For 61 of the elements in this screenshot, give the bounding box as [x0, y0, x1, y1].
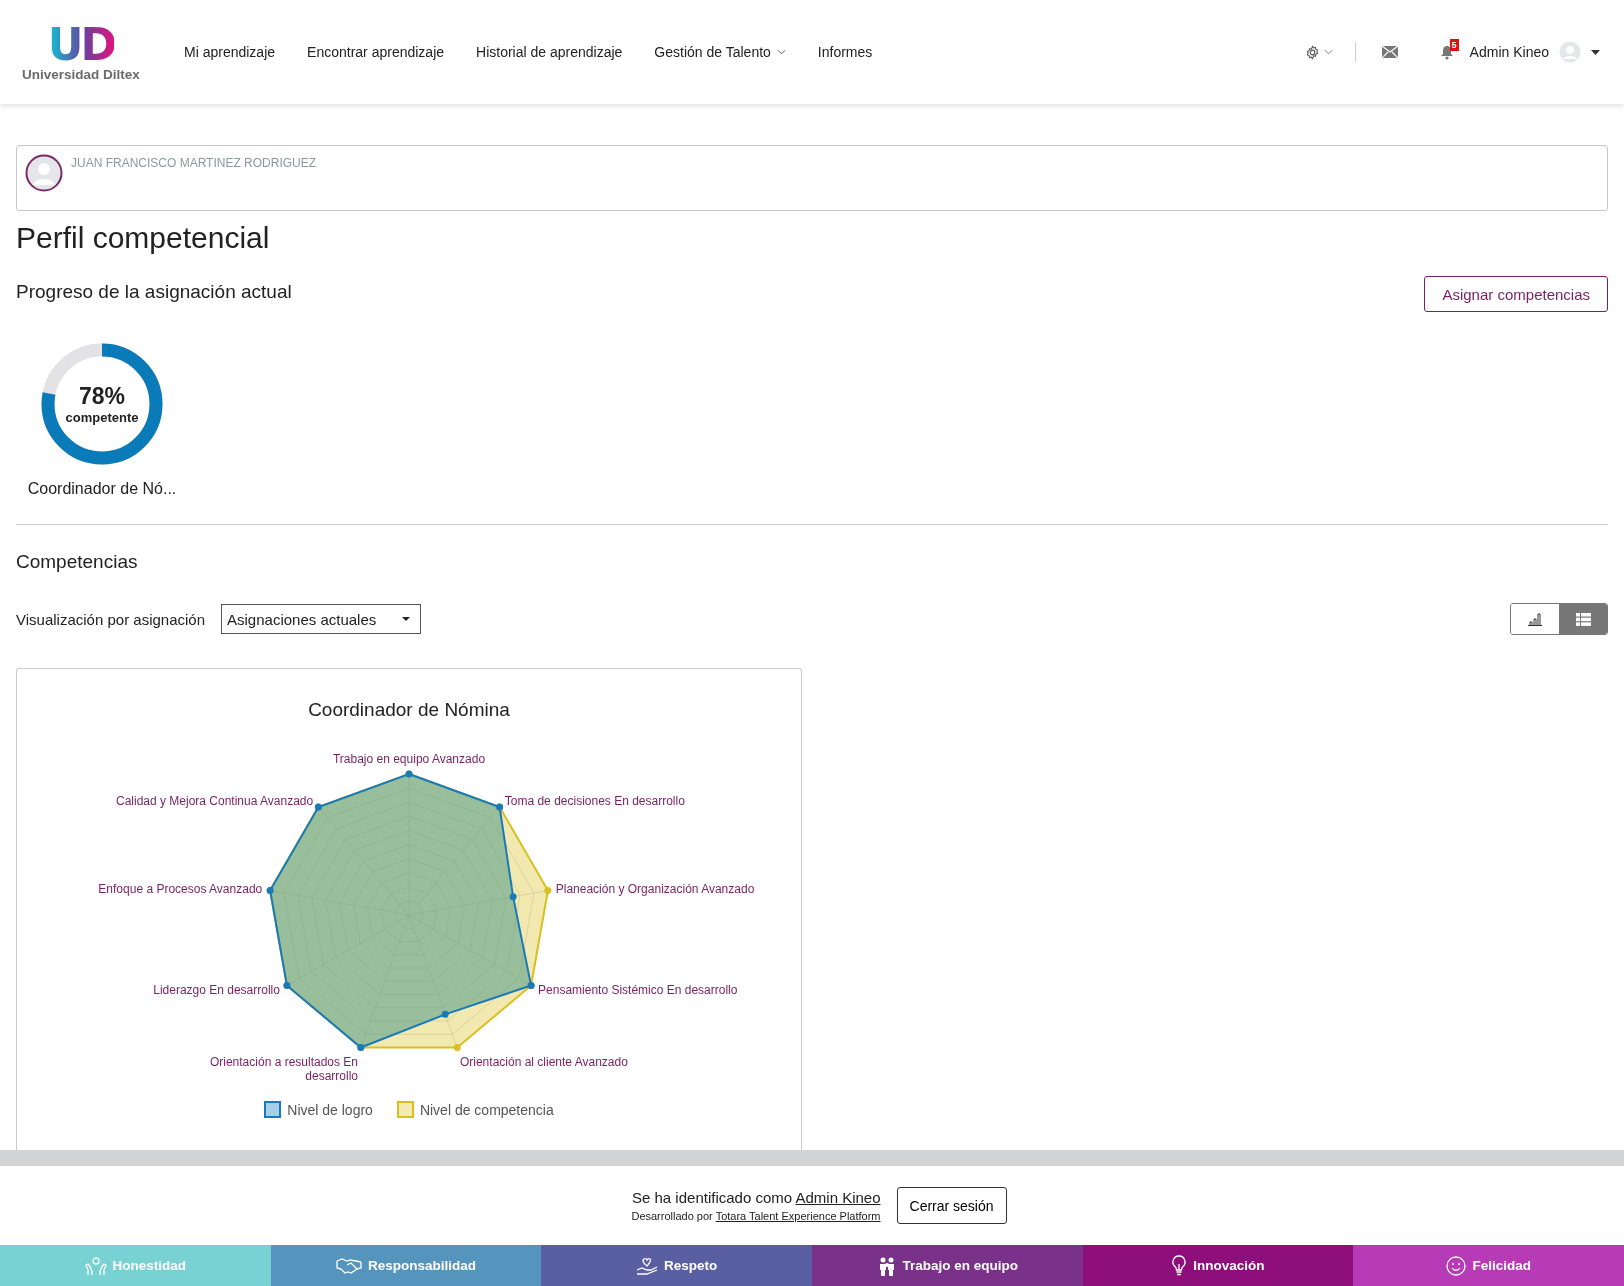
platform-link[interactable]: Totara Talent Experience Platform [715, 1210, 881, 1222]
axis-label: Trabajo en equipo Avanzado [332, 752, 486, 766]
axis-label: Pensamiento Sistémico En desarrollo [538, 982, 738, 997]
heart-hand-icon [636, 1255, 658, 1276]
assign-button[interactable]: Asignar competencias [1424, 276, 1608, 312]
nav-link[interactable]: Mi aprendizaje [184, 44, 276, 60]
lightbulb-icon [1171, 1254, 1188, 1277]
value-label: Felicidad [1472, 1258, 1531, 1273]
value-label: Respeto [664, 1258, 718, 1273]
value-label: Responsabilidad [367, 1258, 476, 1273]
raised-hands-icon [84, 1255, 107, 1276]
list-icon [1575, 612, 1591, 626]
filter-label: Visualización por asignación [16, 610, 205, 628]
logo-name: Universidad Diltex [22, 66, 140, 82]
gear-icon [1304, 44, 1320, 60]
axis-label: Enfoque a Procesos Avanzado [98, 882, 263, 897]
progress-status: competente [65, 410, 139, 425]
axis-label: Calidad y Mejora Continua Avanzado [115, 793, 314, 808]
legend-swatch[interactable] [396, 1101, 414, 1118]
assignment-select[interactable]: Asignaciones actuales [221, 604, 421, 634]
list-view-button[interactable] [1559, 604, 1607, 634]
bell-icon[interactable] [1439, 44, 1454, 60]
assignment-name[interactable]: Coordinador de Nó... [27, 480, 177, 498]
powered-by-text: Desarrollado por Totara Talent Experience Platform [631, 1210, 881, 1222]
page-title: Perfil competencial [16, 221, 271, 255]
smiley-icon [1446, 1255, 1467, 1276]
bar-chart-icon [1527, 612, 1543, 626]
logo[interactable]: UD Universidad Diltex [18, 22, 144, 82]
avatar-icon [25, 154, 63, 192]
logout-button[interactable]: Cerrar sesión [896, 1187, 1007, 1224]
nav-link[interactable]: Encontrar aprendizaje [307, 44, 445, 60]
notification-badge: 5 [1449, 38, 1459, 51]
nav-link[interactable]: Historial de aprendizaje [476, 44, 623, 60]
login-info: Se ha identificado como Admin Kineo [632, 1189, 881, 1206]
legend-swatch[interactable] [264, 1101, 282, 1118]
caret-icon [402, 617, 410, 621]
caret-icon[interactable] [1591, 49, 1600, 55]
profile-name: JUAN FRANCISCO MARTINEZ RODRIGUEZ [71, 156, 317, 170]
value-label: Innovación [1193, 1258, 1265, 1273]
legend-label[interactable]: Nivel de logro [287, 1101, 373, 1118]
mail-icon[interactable] [1381, 46, 1398, 58]
chart-title: Coordinador de Nómina [308, 699, 510, 721]
user-link[interactable]: Admin Kineo [795, 1189, 881, 1206]
nav-link[interactable]: Informes [817, 44, 873, 60]
user-name[interactable]: Admin Kineo [1469, 44, 1549, 60]
nav-link[interactable]: Gestión de Talento [654, 44, 786, 60]
value-label: Trabajo en equipo [902, 1258, 1019, 1273]
chevron-down-icon [1323, 49, 1333, 55]
axis-label: Planeación y Organización Avanzado [555, 882, 755, 897]
axis-label: Orientación al cliente Avanzado [459, 1055, 628, 1069]
value-label: Honestidad [112, 1258, 187, 1273]
legend-label[interactable]: Nivel de competencia [419, 1101, 554, 1118]
handshake-icon [335, 1256, 362, 1275]
progress-percent: 78% [78, 383, 125, 410]
axis-label: Toma de decisiones En desarrollo [504, 793, 685, 808]
axis-label: Liderazgo En desarrollo [153, 982, 280, 997]
section-title: Competencias [16, 551, 139, 573]
settings-menu-button[interactable] [1304, 44, 1333, 60]
chevron-down-icon [776, 49, 786, 55]
axis-label: Orientación a resultados En desarrollo [208, 1055, 359, 1083]
section-title: Progreso de la asignación actual [16, 281, 292, 303]
